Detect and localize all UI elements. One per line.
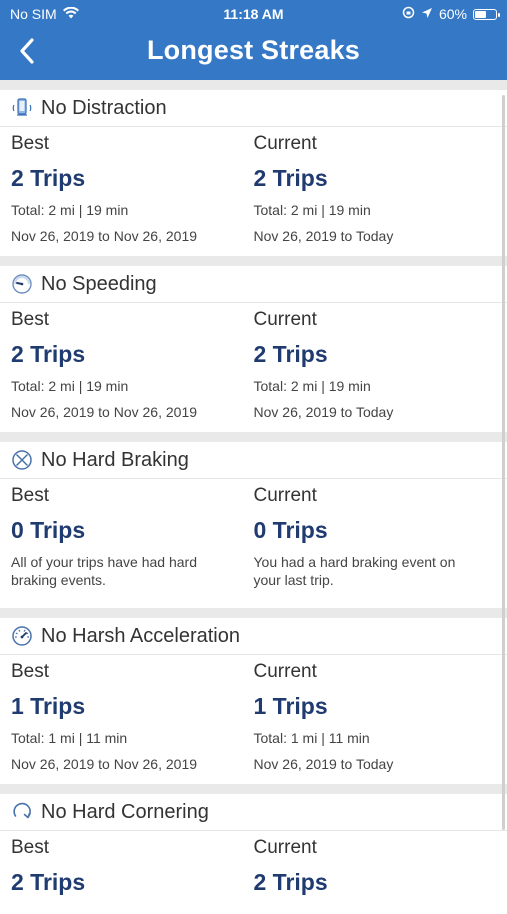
cornering-icon bbox=[11, 801, 33, 823]
current-label: Current bbox=[253, 133, 317, 154]
current-total: Total: 1 mi | 11 min bbox=[253, 730, 370, 746]
streak-card-no-speeding: No Speeding Best 2 Trips Total: 2 mi | 1… bbox=[0, 266, 507, 432]
best-column: Best 1 Trips Total: 1 mi | 11 min Nov 26… bbox=[11, 655, 254, 775]
best-dates: Nov 26, 2019 to Nov 26, 2019 bbox=[11, 228, 198, 244]
section-title: No Harsh Acceleration bbox=[41, 624, 240, 647]
best-label: Best bbox=[11, 133, 50, 154]
location-icon bbox=[421, 6, 433, 22]
divider bbox=[0, 784, 507, 794]
current-trips: 1 Trips bbox=[253, 693, 328, 719]
streak-card-no-hard-braking: No Hard Braking Best 0 Trips All of your… bbox=[0, 442, 507, 608]
best-total: Total: 1 mi | 11 min bbox=[11, 730, 128, 746]
current-column: Current 0 Trips You had a hard braking e… bbox=[254, 479, 497, 589]
divider bbox=[0, 256, 507, 266]
best-total: Total: 2 mi | 19 min bbox=[11, 378, 129, 394]
current-total: Total: 2 mi | 19 min bbox=[253, 202, 371, 218]
current-trips: 2 Trips bbox=[253, 869, 328, 895]
current-column: Current 2 Trips bbox=[254, 831, 497, 901]
battery-fill bbox=[475, 10, 486, 18]
best-label: Best bbox=[11, 485, 50, 506]
divider bbox=[0, 432, 507, 442]
current-message: You had a hard braking event on your las… bbox=[253, 554, 456, 588]
best-trips: 2 Trips bbox=[11, 165, 86, 191]
best-trips: 2 Trips bbox=[11, 341, 86, 367]
section-title: No Hard Cornering bbox=[41, 800, 209, 823]
battery-icon bbox=[473, 8, 500, 20]
current-total: Total: 2 mi | 19 min bbox=[253, 378, 371, 394]
page-title: Longest Streaks bbox=[146, 35, 361, 65]
current-label: Current bbox=[253, 485, 317, 506]
current-column: Current 1 Trips Total: 1 mi | 11 min Nov… bbox=[254, 655, 497, 775]
orientation-lock-icon bbox=[402, 6, 415, 22]
streak-card-no-harsh-acceleration: No Harsh Acceleration Best 1 Trips Total… bbox=[0, 618, 507, 784]
best-dates: Nov 26, 2019 to Nov 26, 2019 bbox=[11, 756, 198, 772]
best-label: Best bbox=[11, 837, 50, 858]
streak-card-no-distraction: No Distraction Best 2 Trips Total: 2 mi … bbox=[0, 90, 507, 256]
section-title: No Hard Braking bbox=[41, 448, 189, 471]
current-dates: Nov 26, 2019 to Today bbox=[253, 228, 394, 244]
phone-icon bbox=[11, 97, 33, 119]
scrollbar[interactable] bbox=[502, 95, 505, 830]
best-dates: Nov 26, 2019 to Nov 26, 2019 bbox=[11, 404, 198, 420]
current-label: Current bbox=[253, 837, 317, 858]
app-header: No SIM 11:18 AM 60% Longest Streaks bbox=[0, 0, 507, 80]
current-trips: 2 Trips bbox=[253, 341, 328, 367]
best-trips: 1 Trips bbox=[11, 693, 86, 719]
best-total: Total: 2 mi | 19 min bbox=[11, 202, 129, 218]
best-trips: 2 Trips bbox=[11, 869, 86, 895]
current-dates: Nov 26, 2019 to Today bbox=[253, 404, 394, 420]
current-label: Current bbox=[253, 309, 317, 330]
streak-card-no-hard-cornering: No Hard Cornering Best 2 Trips Current 2… bbox=[0, 794, 507, 914]
best-label: Best bbox=[11, 661, 50, 682]
current-trips: 0 Trips bbox=[253, 517, 328, 543]
current-trips: 2 Trips bbox=[253, 165, 328, 191]
status-bar: No SIM 11:18 AM 60% bbox=[0, 0, 507, 28]
best-trips: 0 Trips bbox=[11, 517, 86, 543]
braking-icon bbox=[11, 449, 33, 471]
best-label: Best bbox=[11, 309, 50, 330]
divider bbox=[0, 608, 507, 618]
divider bbox=[0, 80, 507, 90]
current-column: Current 2 Trips Total: 2 mi | 19 min Nov… bbox=[254, 127, 497, 247]
best-column: Best 2 Trips bbox=[11, 831, 254, 901]
battery-percent: 60% bbox=[438, 6, 467, 22]
speedometer-icon bbox=[11, 273, 33, 295]
streak-list[interactable]: No Distraction Best 2 Trips Total: 2 mi … bbox=[0, 80, 507, 914]
acceleration-icon bbox=[11, 625, 33, 647]
current-dates: Nov 26, 2019 to Today bbox=[253, 756, 394, 772]
best-column: Best 2 Trips Total: 2 mi | 19 min Nov 26… bbox=[11, 303, 254, 423]
current-column: Current 2 Trips Total: 2 mi | 19 min Nov… bbox=[254, 303, 497, 423]
best-column: Best 0 Trips All of your trips have had … bbox=[11, 479, 254, 589]
best-message: All of your trips have had hard braking … bbox=[11, 554, 197, 588]
section-title: No Distraction bbox=[41, 96, 167, 119]
current-label: Current bbox=[253, 661, 317, 682]
best-column: Best 2 Trips Total: 2 mi | 19 min Nov 26… bbox=[11, 127, 254, 247]
section-title: No Speeding bbox=[41, 272, 157, 295]
